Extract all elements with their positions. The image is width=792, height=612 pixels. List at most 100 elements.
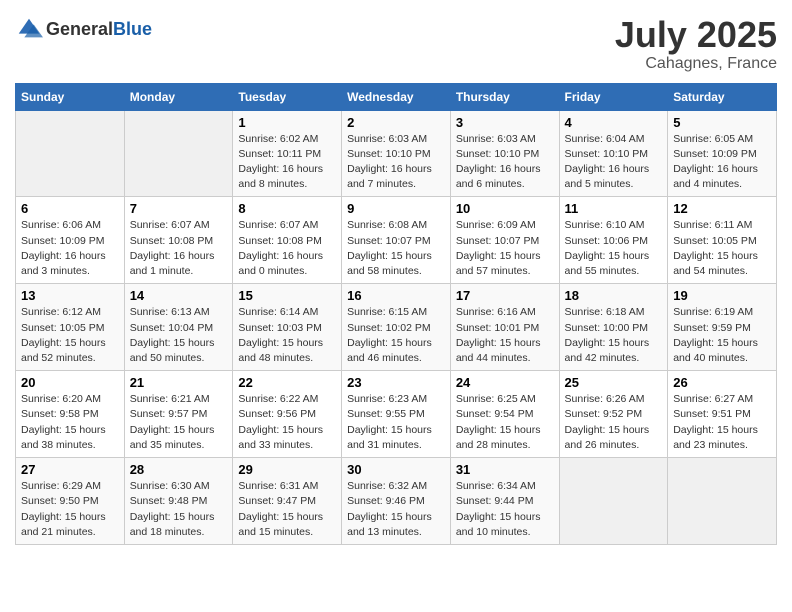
day-info: Sunrise: 6:15 AMSunset: 10:02 PMDaylight… <box>347 305 445 366</box>
month-title: July 2025 <box>615 15 777 55</box>
calendar-cell: 29Sunrise: 6:31 AMSunset: 9:47 PMDayligh… <box>233 458 342 545</box>
calendar-cell: 14 Sunrise: 6:13 AMSunset: 10:04 PMDaylig… <box>124 284 233 371</box>
day-info: Sunrise: 6:09 AMSunset: 10:07 PMDaylight… <box>456 218 554 279</box>
column-header-tuesday: Tuesday <box>233 83 342 110</box>
calendar-cell: 16 Sunrise: 6:15 AMSunset: 10:02 PMDaylig… <box>342 284 451 371</box>
day-info: Sunrise: 6:31 AMSunset: 9:47 PMDaylight:… <box>238 479 336 540</box>
day-info: Sunrise: 6:13 AMSunset: 10:04 PMDaylight… <box>130 305 228 366</box>
day-number: 16 <box>347 288 445 303</box>
day-info: Sunrise: 6:03 AMSunset: 10:10 PMDaylight… <box>347 132 445 193</box>
day-number: 11 <box>565 201 663 216</box>
day-info: Sunrise: 6:26 AMSunset: 9:52 PMDaylight:… <box>565 392 663 453</box>
day-number: 21 <box>130 375 228 390</box>
day-number: 8 <box>238 201 336 216</box>
day-info: Sunrise: 6:16 AMSunset: 10:01 PMDaylight… <box>456 305 554 366</box>
day-info: Sunrise: 6:14 AMSunset: 10:03 PMDaylight… <box>238 305 336 366</box>
day-number: 20 <box>21 375 119 390</box>
column-header-friday: Friday <box>559 83 668 110</box>
calendar-cell: 20 Sunrise: 6:20 AMSunset: 9:58 PMDayligh… <box>16 371 125 458</box>
day-number: 4 <box>565 115 663 130</box>
calendar-week-2: 6 Sunrise: 6:06 AMSunset: 10:09 PMDayligh… <box>16 197 777 284</box>
page-header: GeneralBlue July 2025 Cahagnes, France <box>15 15 777 73</box>
calendar-week-5: 27Sunrise: 6:29 AMSunset: 9:50 PMDayligh… <box>16 458 777 545</box>
day-info: Sunrise: 6:32 AMSunset: 9:46 PMDaylight:… <box>347 479 445 540</box>
day-number: 2 <box>347 115 445 130</box>
calendar-cell: 10Sunrise: 6:09 AMSunset: 10:07 PMDaylig… <box>450 197 559 284</box>
calendar-cell: 21 Sunrise: 6:21 AMSunset: 9:57 PMDayligh… <box>124 371 233 458</box>
calendar-cell: 9 Sunrise: 6:08 AMSunset: 10:07 PMDayligh… <box>342 197 451 284</box>
day-info: Sunrise: 6:18 AMSunset: 10:00 PMDaylight… <box>565 305 663 366</box>
calendar-cell: 25 Sunrise: 6:26 AMSunset: 9:52 PMDayligh… <box>559 371 668 458</box>
day-info: Sunrise: 6:30 AMSunset: 9:48 PMDaylight:… <box>130 479 228 540</box>
day-info: Sunrise: 6:20 AMSunset: 9:58 PMDaylight:… <box>21 392 119 453</box>
calendar-header: SundayMondayTuesdayWednesdayThursdayFrid… <box>16 83 777 110</box>
day-info: Sunrise: 6:29 AMSunset: 9:50 PMDaylight:… <box>21 479 119 540</box>
day-info: Sunrise: 6:12 AMSunset: 10:05 PMDaylight… <box>21 305 119 366</box>
day-number: 23 <box>347 375 445 390</box>
calendar-cell: 15 Sunrise: 6:14 AMSunset: 10:03 PMDaylig… <box>233 284 342 371</box>
logo: GeneralBlue <box>15 15 152 43</box>
calendar-week-3: 13 Sunrise: 6:12 AMSunset: 10:05 PMDaylig… <box>16 284 777 371</box>
day-number: 25 <box>565 375 663 390</box>
calendar-cell: 5Sunrise: 6:05 AMSunset: 10:09 PMDayligh… <box>668 110 777 197</box>
column-header-monday: Monday <box>124 83 233 110</box>
calendar-cell: 8Sunrise: 6:07 AMSunset: 10:08 PMDayligh… <box>233 197 342 284</box>
day-number: 15 <box>238 288 336 303</box>
day-info: Sunrise: 6:02 AMSunset: 10:11 PMDaylight… <box>238 132 336 193</box>
calendar-week-4: 20 Sunrise: 6:20 AMSunset: 9:58 PMDayligh… <box>16 371 777 458</box>
day-info: Sunrise: 6:22 AMSunset: 9:56 PMDaylight:… <box>238 392 336 453</box>
day-info: Sunrise: 6:34 AMSunset: 9:44 PMDaylight:… <box>456 479 554 540</box>
calendar-cell: 19 Sunrise: 6:19 AMSunset: 9:59 PMDayligh… <box>668 284 777 371</box>
day-number: 30 <box>347 462 445 477</box>
location: Cahagnes, France <box>615 55 777 73</box>
day-number: 6 <box>21 201 119 216</box>
day-number: 3 <box>456 115 554 130</box>
calendar-table: SundayMondayTuesdayWednesdayThursdayFrid… <box>15 83 777 545</box>
day-info: Sunrise: 6:07 AMSunset: 10:08 PMDaylight… <box>130 218 228 279</box>
calendar-cell: 6 Sunrise: 6:06 AMSunset: 10:09 PMDayligh… <box>16 197 125 284</box>
day-number: 22 <box>238 375 336 390</box>
calendar-cell: 18 Sunrise: 6:18 AMSunset: 10:00 PMDaylig… <box>559 284 668 371</box>
day-info: Sunrise: 6:23 AMSunset: 9:55 PMDaylight:… <box>347 392 445 453</box>
calendar-body: 1 Sunrise: 6:02 AMSunset: 10:11 PMDayligh… <box>16 110 777 544</box>
day-info: Sunrise: 6:06 AMSunset: 10:09 PMDaylight… <box>21 218 119 279</box>
day-number: 1 <box>238 115 336 130</box>
day-number: 12 <box>673 201 771 216</box>
calendar-cell <box>16 110 125 197</box>
calendar-cell: 30 Sunrise: 6:32 AMSunset: 9:46 PMDayligh… <box>342 458 451 545</box>
calendar-cell: 3Sunrise: 6:03 AMSunset: 10:10 PMDayligh… <box>450 110 559 197</box>
calendar-cell: 2 Sunrise: 6:03 AMSunset: 10:10 PMDayligh… <box>342 110 451 197</box>
calendar-week-1: 1 Sunrise: 6:02 AMSunset: 10:11 PMDayligh… <box>16 110 777 197</box>
calendar-cell: 1 Sunrise: 6:02 AMSunset: 10:11 PMDayligh… <box>233 110 342 197</box>
calendar-cell: 27Sunrise: 6:29 AMSunset: 9:50 PMDayligh… <box>16 458 125 545</box>
day-info: Sunrise: 6:11 AMSunset: 10:05 PMDaylight… <box>673 218 771 279</box>
day-info: Sunrise: 6:25 AMSunset: 9:54 PMDaylight:… <box>456 392 554 453</box>
day-number: 19 <box>673 288 771 303</box>
day-number: 13 <box>21 288 119 303</box>
day-info: Sunrise: 6:21 AMSunset: 9:57 PMDaylight:… <box>130 392 228 453</box>
calendar-cell: 26Sunrise: 6:27 AMSunset: 9:51 PMDayligh… <box>668 371 777 458</box>
day-number: 5 <box>673 115 771 130</box>
day-info: Sunrise: 6:08 AMSunset: 10:07 PMDaylight… <box>347 218 445 279</box>
calendar-cell: 13 Sunrise: 6:12 AMSunset: 10:05 PMDaylig… <box>16 284 125 371</box>
title-block: July 2025 Cahagnes, France <box>615 15 777 73</box>
day-number: 26 <box>673 375 771 390</box>
calendar-cell <box>559 458 668 545</box>
calendar-cell: 11 Sunrise: 6:10 AMSunset: 10:06 PMDaylig… <box>559 197 668 284</box>
day-info: Sunrise: 6:19 AMSunset: 9:59 PMDaylight:… <box>673 305 771 366</box>
calendar-cell: 17Sunrise: 6:16 AMSunset: 10:01 PMDaylig… <box>450 284 559 371</box>
day-info: Sunrise: 6:04 AMSunset: 10:10 PMDaylight… <box>565 132 663 193</box>
calendar-cell: 22 Sunrise: 6:22 AMSunset: 9:56 PMDayligh… <box>233 371 342 458</box>
day-info: Sunrise: 6:10 AMSunset: 10:06 PMDaylight… <box>565 218 663 279</box>
column-header-thursday: Thursday <box>450 83 559 110</box>
column-header-wednesday: Wednesday <box>342 83 451 110</box>
day-number: 31 <box>456 462 554 477</box>
day-number: 18 <box>565 288 663 303</box>
day-number: 7 <box>130 201 228 216</box>
calendar-cell <box>124 110 233 197</box>
day-number: 14 <box>130 288 228 303</box>
day-number: 9 <box>347 201 445 216</box>
calendar-cell: 23 Sunrise: 6:23 AMSunset: 9:55 PMDayligh… <box>342 371 451 458</box>
calendar-cell: 28Sunrise: 6:30 AMSunset: 9:48 PMDayligh… <box>124 458 233 545</box>
calendar-cell: 7 Sunrise: 6:07 AMSunset: 10:08 PMDayligh… <box>124 197 233 284</box>
